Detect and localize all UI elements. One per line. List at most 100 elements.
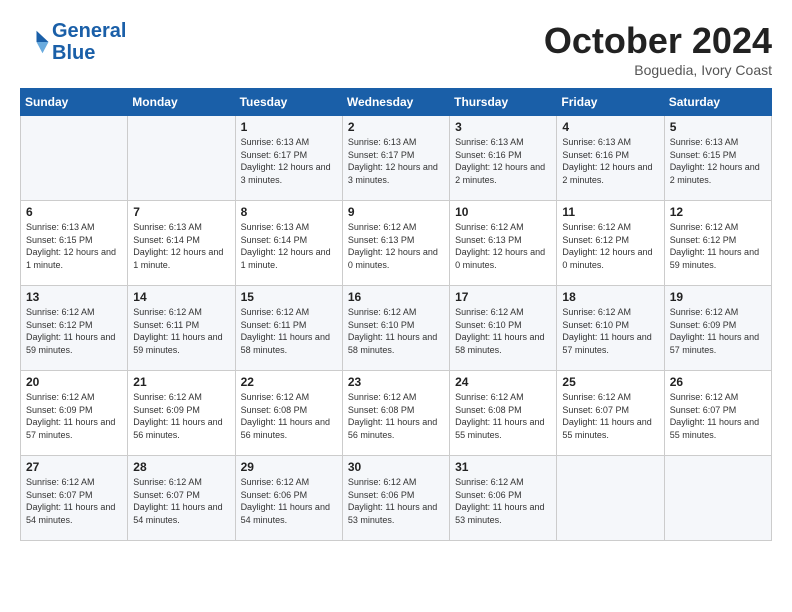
calendar-cell: 6 Sunrise: 6:13 AM Sunset: 6:15 PM Daylig… (21, 201, 128, 286)
calendar-week-row: 1 Sunrise: 6:13 AM Sunset: 6:17 PM Daylig… (21, 116, 772, 201)
day-info: Sunrise: 6:12 AM Sunset: 6:07 PM Dayligh… (562, 391, 658, 441)
day-info: Sunrise: 6:12 AM Sunset: 6:12 PM Dayligh… (26, 306, 122, 356)
calendar-week-row: 20 Sunrise: 6:12 AM Sunset: 6:09 PM Dayli… (21, 371, 772, 456)
day-number: 22 (241, 375, 337, 389)
calendar-header-cell: Saturday (664, 89, 771, 116)
day-info: Sunrise: 6:12 AM Sunset: 6:09 PM Dayligh… (670, 306, 766, 356)
day-info: Sunrise: 6:13 AM Sunset: 6:16 PM Dayligh… (455, 136, 551, 186)
day-number: 2 (348, 120, 444, 134)
day-info: Sunrise: 6:12 AM Sunset: 6:13 PM Dayligh… (455, 221, 551, 271)
calendar-cell: 14 Sunrise: 6:12 AM Sunset: 6:11 PM Dayli… (128, 286, 235, 371)
calendar-cell: 8Sunrise: 6:13 AM Sunset: 6:14 PM Daylig… (235, 201, 342, 286)
calendar-cell: 25 Sunrise: 6:12 AM Sunset: 6:07 PM Dayli… (557, 371, 664, 456)
day-number: 25 (562, 375, 658, 389)
calendar-week-row: 27Sunrise: 6:12 AM Sunset: 6:07 PM Dayli… (21, 456, 772, 541)
calendar-cell: 1 Sunrise: 6:13 AM Sunset: 6:17 PM Daylig… (235, 116, 342, 201)
day-info: Sunrise: 6:12 AM Sunset: 6:11 PM Dayligh… (133, 306, 229, 356)
logo-text: General Blue (52, 20, 126, 64)
calendar-cell (21, 116, 128, 201)
page-header: General Blue October 2024 Boguedia, Ivor… (20, 20, 772, 78)
day-info: Sunrise: 6:12 AM Sunset: 6:09 PM Dayligh… (26, 391, 122, 441)
calendar-cell: 19 Sunrise: 6:12 AM Sunset: 6:09 PM Dayli… (664, 286, 771, 371)
day-number: 13 (26, 290, 122, 304)
calendar-header-cell: Tuesday (235, 89, 342, 116)
calendar-cell: 29 Sunrise: 6:12 AM Sunset: 6:06 PM Dayli… (235, 456, 342, 541)
calendar-body: 1 Sunrise: 6:13 AM Sunset: 6:17 PM Daylig… (21, 116, 772, 541)
day-info: Sunrise: 6:12 AM Sunset: 6:10 PM Dayligh… (348, 306, 444, 356)
calendar-cell: 4 Sunrise: 6:13 AM Sunset: 6:16 PM Daylig… (557, 116, 664, 201)
calendar-cell: 13 Sunrise: 6:12 AM Sunset: 6:12 PM Dayli… (21, 286, 128, 371)
day-number: 30 (348, 460, 444, 474)
logo-line2: Blue (52, 42, 95, 64)
month-title: October 2024 (544, 20, 772, 62)
day-number: 29 (241, 460, 337, 474)
day-info: Sunrise: 6:12 AM Sunset: 6:08 PM Dayligh… (348, 391, 444, 441)
logo: General Blue (20, 20, 126, 64)
day-number: 24 (455, 375, 551, 389)
calendar-cell: 18Sunrise: 6:12 AM Sunset: 6:10 PM Dayli… (557, 286, 664, 371)
calendar-header-row: SundayMondayTuesdayWednesdayThursdayFrid… (21, 89, 772, 116)
title-block: October 2024 Boguedia, Ivory Coast (544, 20, 772, 78)
day-number: 12 (670, 205, 766, 219)
day-info: Sunrise: 6:12 AM Sunset: 6:11 PM Dayligh… (241, 306, 337, 356)
day-number: 14 (133, 290, 229, 304)
day-number: 18 (562, 290, 658, 304)
calendar-header-cell: Sunday (21, 89, 128, 116)
calendar-cell: 17Sunrise: 6:12 AM Sunset: 6:10 PM Dayli… (450, 286, 557, 371)
day-number: 1 (241, 120, 337, 134)
calendar-header-cell: Friday (557, 89, 664, 116)
day-number: 3 (455, 120, 551, 134)
day-number: 19 (670, 290, 766, 304)
calendar-cell: 10 Sunrise: 6:12 AM Sunset: 6:13 PM Dayli… (450, 201, 557, 286)
calendar-cell (128, 116, 235, 201)
day-number: 28 (133, 460, 229, 474)
day-number: 11 (562, 205, 658, 219)
logo-icon (20, 27, 50, 57)
day-info: Sunrise: 6:12 AM Sunset: 6:13 PM Dayligh… (348, 221, 444, 271)
calendar-cell: 3 Sunrise: 6:13 AM Sunset: 6:16 PM Daylig… (450, 116, 557, 201)
day-info: Sunrise: 6:12 AM Sunset: 6:09 PM Dayligh… (133, 391, 229, 441)
day-number: 26 (670, 375, 766, 389)
day-info: Sunrise: 6:12 AM Sunset: 6:10 PM Dayligh… (455, 306, 551, 356)
calendar-cell: 30 Sunrise: 6:12 AM Sunset: 6:06 PM Dayli… (342, 456, 449, 541)
day-info: Sunrise: 6:13 AM Sunset: 6:15 PM Dayligh… (26, 221, 122, 271)
day-number: 6 (26, 205, 122, 219)
day-info: Sunrise: 6:12 AM Sunset: 6:12 PM Dayligh… (670, 221, 766, 271)
day-number: 20 (26, 375, 122, 389)
calendar-header-cell: Monday (128, 89, 235, 116)
calendar-cell: 22Sunrise: 6:12 AM Sunset: 6:08 PM Dayli… (235, 371, 342, 456)
calendar-cell: 16 Sunrise: 6:12 AM Sunset: 6:10 PM Dayli… (342, 286, 449, 371)
calendar-cell: 2 Sunrise: 6:13 AM Sunset: 6:17 PM Daylig… (342, 116, 449, 201)
day-number: 4 (562, 120, 658, 134)
day-info: Sunrise: 6:13 AM Sunset: 6:16 PM Dayligh… (562, 136, 658, 186)
calendar-cell: 20 Sunrise: 6:12 AM Sunset: 6:09 PM Dayli… (21, 371, 128, 456)
day-number: 10 (455, 205, 551, 219)
day-number: 23 (348, 375, 444, 389)
day-number: 16 (348, 290, 444, 304)
day-info: Sunrise: 6:12 AM Sunset: 6:12 PM Dayligh… (562, 221, 658, 271)
day-info: Sunrise: 6:12 AM Sunset: 6:06 PM Dayligh… (455, 476, 551, 526)
day-number: 9 (348, 205, 444, 219)
calendar-cell: 26 Sunrise: 6:12 AM Sunset: 6:07 PM Dayli… (664, 371, 771, 456)
calendar-cell: 11 Sunrise: 6:12 AM Sunset: 6:12 PM Dayli… (557, 201, 664, 286)
day-info: Sunrise: 6:12 AM Sunset: 6:06 PM Dayligh… (348, 476, 444, 526)
day-number: 21 (133, 375, 229, 389)
day-info: Sunrise: 6:13 AM Sunset: 6:17 PM Dayligh… (241, 136, 337, 186)
calendar-cell: 12 Sunrise: 6:12 AM Sunset: 6:12 PM Dayli… (664, 201, 771, 286)
calendar-week-row: 6 Sunrise: 6:13 AM Sunset: 6:15 PM Daylig… (21, 201, 772, 286)
day-number: 8 (241, 205, 337, 219)
calendar-header-cell: Wednesday (342, 89, 449, 116)
calendar-cell: 27Sunrise: 6:12 AM Sunset: 6:07 PM Dayli… (21, 456, 128, 541)
calendar-header-cell: Thursday (450, 89, 557, 116)
calendar-cell: 7Sunrise: 6:13 AM Sunset: 6:14 PM Daylig… (128, 201, 235, 286)
calendar-cell: 15 Sunrise: 6:12 AM Sunset: 6:11 PM Dayli… (235, 286, 342, 371)
calendar-cell (664, 456, 771, 541)
day-info: Sunrise: 6:13 AM Sunset: 6:14 PM Dayligh… (133, 221, 229, 271)
calendar-cell: 28Sunrise: 6:12 AM Sunset: 6:07 PM Dayli… (128, 456, 235, 541)
day-info: Sunrise: 6:13 AM Sunset: 6:17 PM Dayligh… (348, 136, 444, 186)
day-info: Sunrise: 6:12 AM Sunset: 6:07 PM Dayligh… (670, 391, 766, 441)
calendar-table: SundayMondayTuesdayWednesdayThursdayFrid… (20, 88, 772, 541)
day-info: Sunrise: 6:12 AM Sunset: 6:06 PM Dayligh… (241, 476, 337, 526)
calendar-cell: 9 Sunrise: 6:12 AM Sunset: 6:13 PM Daylig… (342, 201, 449, 286)
day-number: 15 (241, 290, 337, 304)
